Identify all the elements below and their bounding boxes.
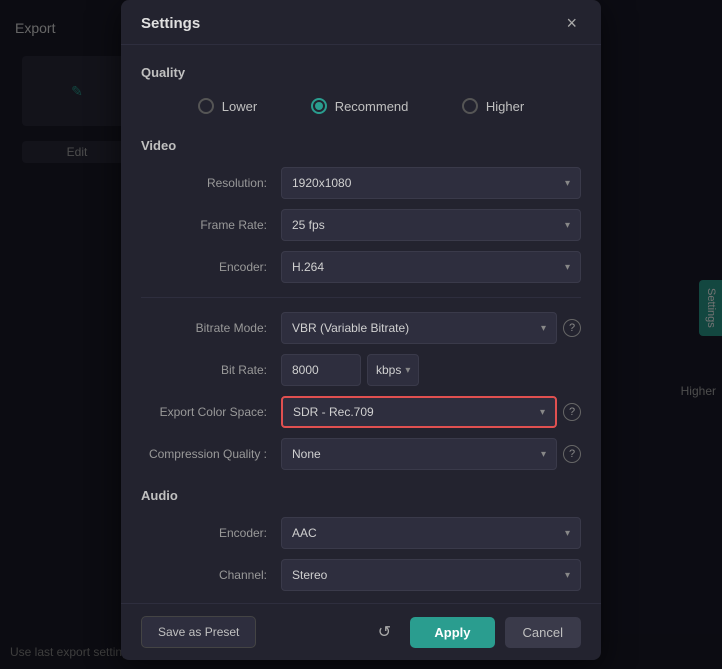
quality-lower-label: Lower	[222, 99, 257, 114]
footer-right: ↺ Apply Cancel	[368, 616, 581, 648]
quality-lower[interactable]: Lower	[198, 98, 257, 114]
bitrate-unit-select[interactable]: kbps ▾	[367, 354, 419, 386]
resolution-select[interactable]: 1920x1080 ▾	[281, 167, 581, 199]
audio-encoder-chevron: ▾	[565, 528, 570, 539]
quality-group: Lower Recommend Higher	[141, 94, 581, 118]
bitrate-control: kbps ▾	[281, 354, 581, 386]
bitrate-row: Bit Rate: kbps ▾	[141, 354, 581, 386]
audio-encoder-control: AAC ▾	[281, 517, 581, 549]
apply-button[interactable]: Apply	[410, 617, 494, 648]
channel-value: Stereo	[292, 568, 327, 582]
bitrate-mode-control: VBR (Variable Bitrate) ▾ ?	[281, 312, 581, 344]
compression-value: None	[292, 447, 321, 461]
modal-overlay: Settings × Quality Lower Recommend	[0, 0, 722, 669]
video-section-label: Video	[141, 138, 581, 153]
color-space-value: SDR - Rec.709	[293, 405, 374, 419]
video-section: Video Resolution: 1920x1080 ▾ Frame Rate…	[141, 138, 581, 470]
encoder-select[interactable]: H.264 ▾	[281, 251, 581, 283]
compression-row: Compression Quality : None ▾ ?	[141, 438, 581, 470]
modal-footer: Save as Preset ↺ Apply Cancel	[121, 603, 601, 660]
color-space-chevron: ▾	[540, 407, 545, 418]
reset-button[interactable]: ↺	[368, 616, 400, 648]
framerate-label: Frame Rate:	[141, 218, 281, 232]
bitrate-input[interactable]	[281, 354, 361, 386]
resolution-control: 1920x1080 ▾	[281, 167, 581, 199]
save-preset-button[interactable]: Save as Preset	[141, 616, 256, 648]
color-space-row: Export Color Space: SDR - Rec.709 ▾ ?	[141, 396, 581, 428]
compression-chevron: ▾	[541, 449, 546, 460]
quality-higher[interactable]: Higher	[462, 98, 524, 114]
quality-section-label: Quality	[141, 65, 581, 80]
bitrate-mode-label: Bitrate Mode:	[141, 321, 281, 335]
encoder-value: H.264	[292, 260, 324, 274]
bitrate-mode-row: Bitrate Mode: VBR (Variable Bitrate) ▾ ?	[141, 312, 581, 344]
channel-label: Channel:	[141, 568, 281, 582]
bitrate-mode-help-icon[interactable]: ?	[563, 319, 581, 337]
channel-row: Channel: Stereo ▾	[141, 559, 581, 591]
quality-recommend[interactable]: Recommend	[311, 98, 409, 114]
resolution-label: Resolution:	[141, 176, 281, 190]
audio-encoder-value: AAC	[292, 526, 317, 540]
radio-recommend	[311, 98, 327, 114]
color-space-select[interactable]: SDR - Rec.709 ▾	[281, 396, 557, 428]
bitrate-mode-select[interactable]: VBR (Variable Bitrate) ▾	[281, 312, 557, 344]
audio-encoder-select[interactable]: AAC ▾	[281, 517, 581, 549]
encoder-control: H.264 ▾	[281, 251, 581, 283]
channel-select[interactable]: Stereo ▾	[281, 559, 581, 591]
bitrate-unit-value: kbps	[376, 363, 401, 377]
compression-select[interactable]: None ▾	[281, 438, 557, 470]
quality-recommend-label: Recommend	[335, 99, 409, 114]
audio-section: Audio Encoder: AAC ▾ Channel:	[141, 488, 581, 591]
video-divider	[141, 297, 581, 298]
bitrate-label: Bit Rate:	[141, 363, 281, 377]
modal-header: Settings ×	[121, 0, 601, 45]
color-space-control: SDR - Rec.709 ▾ ?	[281, 396, 581, 428]
modal-title: Settings	[141, 15, 200, 32]
framerate-select[interactable]: 25 fps ▾	[281, 209, 581, 241]
resolution-row: Resolution: 1920x1080 ▾	[141, 167, 581, 199]
bitrate-mode-value: VBR (Variable Bitrate)	[292, 321, 409, 335]
compression-control: None ▾ ?	[281, 438, 581, 470]
framerate-control: 25 fps ▾	[281, 209, 581, 241]
compression-help-icon[interactable]: ?	[563, 445, 581, 463]
bitrate-unit-chevron: ▾	[405, 365, 410, 376]
framerate-value: 25 fps	[292, 218, 325, 232]
close-button[interactable]: ×	[562, 12, 581, 34]
quality-higher-label: Higher	[486, 99, 524, 114]
compression-label: Compression Quality :	[141, 447, 281, 461]
audio-section-label: Audio	[141, 488, 581, 503]
audio-encoder-row: Encoder: AAC ▾	[141, 517, 581, 549]
resolution-value: 1920x1080	[292, 176, 351, 190]
audio-encoder-label: Encoder:	[141, 526, 281, 540]
settings-modal: Settings × Quality Lower Recommend	[121, 0, 601, 660]
bitrate-inputs: kbps ▾	[281, 354, 581, 386]
encoder-label: Encoder:	[141, 260, 281, 274]
framerate-chevron: ▾	[565, 220, 570, 231]
channel-control: Stereo ▾	[281, 559, 581, 591]
cancel-button[interactable]: Cancel	[505, 617, 581, 648]
framerate-row: Frame Rate: 25 fps ▾	[141, 209, 581, 241]
color-space-help-icon[interactable]: ?	[563, 403, 581, 421]
encoder-chevron: ▾	[565, 262, 570, 273]
encoder-row: Encoder: H.264 ▾	[141, 251, 581, 283]
radio-lower	[198, 98, 214, 114]
channel-chevron: ▾	[565, 570, 570, 581]
radio-higher	[462, 98, 478, 114]
modal-body: Quality Lower Recommend Higher	[121, 45, 601, 603]
resolution-chevron: ▾	[565, 178, 570, 189]
color-space-label: Export Color Space:	[141, 405, 281, 419]
bitrate-mode-chevron: ▾	[541, 323, 546, 334]
